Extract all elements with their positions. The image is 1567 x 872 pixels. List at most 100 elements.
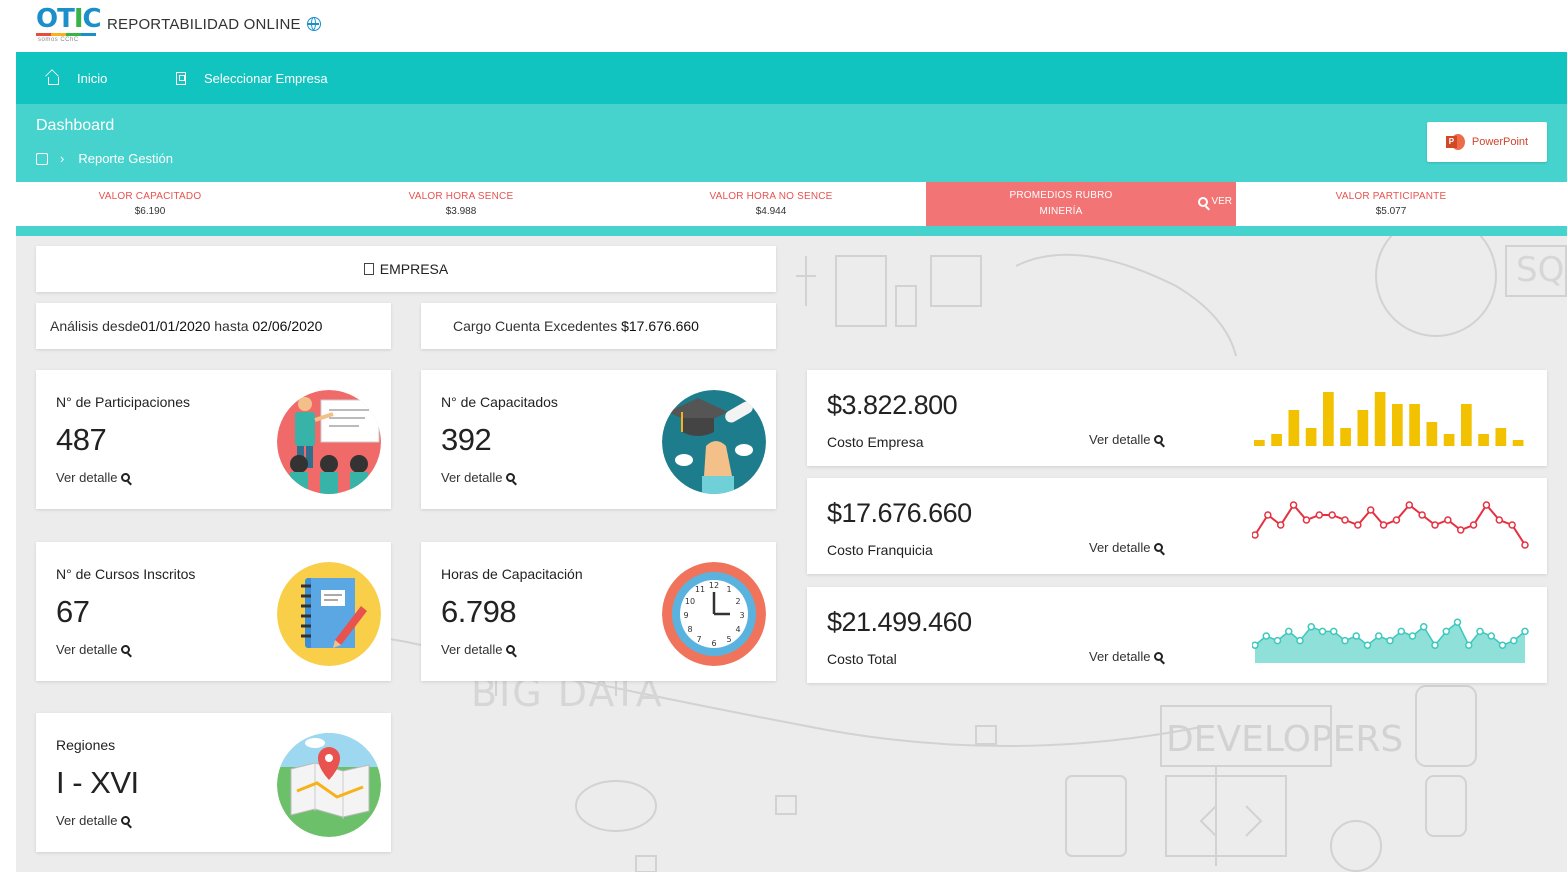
search-icon [121, 473, 131, 482]
ver-detalle-link[interactable]: Ver detalle [56, 642, 133, 657]
logo-subtitle: somos CChC [38, 37, 79, 43]
chevron-right-icon: › [60, 151, 65, 166]
point [1476, 627, 1484, 636]
point [1354, 521, 1362, 529]
point [1252, 531, 1259, 539]
page-header: Dashboard › Reporte Gestión P PowerPoint [16, 104, 1567, 182]
ver-detalle-link[interactable]: Ver detalle [441, 470, 518, 485]
point [1495, 516, 1504, 524]
point [1508, 521, 1516, 529]
point [1318, 627, 1327, 636]
link-label: Ver detalle [441, 642, 503, 657]
app-title-text: REPORTABILIDAD ONLINE [107, 16, 301, 33]
home-icon [48, 77, 59, 85]
nav-item-seleccionar-empresa[interactable]: Seleccionar Empresa [176, 52, 328, 104]
point [1444, 516, 1452, 524]
point [1307, 623, 1315, 631]
brand-bar: OTIC somos CChC REPORTABILIDAD ONLINE [0, 0, 1567, 52]
svg-text:2: 2 [735, 597, 740, 606]
point [1482, 501, 1491, 509]
point [1341, 636, 1349, 645]
bar [1323, 392, 1334, 446]
ver-detalle-link[interactable]: Ver detalle [1089, 540, 1166, 555]
breadcrumb: › Reporte Gestión [36, 151, 173, 166]
stat-value: 6.798 [441, 594, 517, 629]
svg-text:6: 6 [711, 639, 716, 648]
point [1456, 526, 1465, 534]
teacher-presentation-icon [277, 390, 381, 494]
ver-button[interactable]: VER [1198, 196, 1232, 207]
bar [1443, 434, 1455, 446]
bar [1340, 428, 1351, 446]
kpi-value: $5.077 [1375, 206, 1407, 217]
nav-item-label: Seleccionar Empresa [204, 70, 328, 86]
costo-franquicia-sparkline [1252, 501, 1529, 549]
nav-item-inicio[interactable]: Inicio [48, 52, 107, 104]
svg-text:12: 12 [709, 581, 719, 590]
date-to: 02/06/2020 [252, 318, 323, 334]
globe-icon [307, 17, 322, 31]
search-icon [506, 473, 516, 482]
empresa-label: EMPRESA [379, 261, 449, 277]
svg-text:1: 1 [726, 585, 731, 594]
kpi-label: VALOR HORA NO SENCE [709, 191, 833, 202]
point [1289, 501, 1298, 509]
bar [1271, 434, 1282, 446]
link-label: Ver detalle [1089, 432, 1151, 447]
breadcrumb-current[interactable]: Reporte Gestión [78, 151, 173, 166]
ver-label: VER [1211, 196, 1232, 207]
point [1397, 627, 1405, 636]
kpi-label: PROMEDIOS RUBRO MINERÍA [1009, 190, 1113, 217]
stat-title: Regiones [56, 737, 116, 753]
point [1469, 521, 1478, 529]
ver-detalle-link[interactable]: Ver detalle [56, 470, 133, 485]
empresa-card[interactable]: EMPRESA [36, 246, 776, 292]
stat-title: N° de Capacitados [441, 394, 558, 410]
bar [1392, 404, 1403, 446]
otic-logo[interactable]: OTIC somos CChC [36, 4, 102, 44]
graduation-icon [662, 390, 766, 494]
building-icon [363, 263, 374, 275]
costo-total-sparkline [1252, 618, 1529, 663]
analysis-mid: hasta [210, 318, 253, 334]
home-icon[interactable] [36, 152, 48, 165]
point [1273, 636, 1282, 645]
ver-detalle-link[interactable]: Ver detalle [441, 642, 518, 657]
point [1442, 627, 1450, 636]
link-label: Ver detalle [1089, 540, 1151, 555]
costo-franquicia-card: $17.676.660 Costo Franquicia Ver detalle [807, 478, 1547, 574]
link-label: Ver detalle [1089, 649, 1151, 664]
building-icon [176, 71, 186, 85]
costo-empresa-sparkline [1254, 392, 1524, 446]
clock-icon: 12 1 2 3 45 6 78 9 10 11 [662, 562, 766, 666]
search-icon [121, 816, 131, 825]
kpi-promedios-rubro[interactable]: PROMEDIOS RUBRO MINERÍA VER [926, 182, 1236, 226]
bar [1478, 434, 1489, 446]
logo-text: OTIC [36, 4, 102, 34]
link-label: Ver detalle [56, 642, 118, 657]
point [1521, 627, 1529, 636]
point [1420, 623, 1428, 631]
bar [1409, 404, 1420, 446]
point [1276, 521, 1285, 529]
point [1510, 636, 1518, 645]
point [1392, 516, 1401, 524]
point [1453, 618, 1462, 626]
point [1366, 506, 1375, 514]
nav-item-label: Inicio [77, 70, 108, 86]
bar [1357, 410, 1369, 446]
powerpoint-icon: P [1445, 134, 1465, 150]
powerpoint-label: PowerPoint [1471, 136, 1529, 148]
point [1431, 641, 1439, 649]
bar [1426, 422, 1438, 446]
cost-label: Costo Empresa [827, 434, 924, 450]
point [1264, 511, 1272, 519]
link-label: Ver detalle [56, 470, 118, 485]
kpi-label: VALOR PARTICIPANTE [1335, 191, 1447, 202]
ver-detalle-link[interactable]: Ver detalle [1089, 649, 1166, 664]
ver-detalle-link[interactable]: Ver detalle [56, 813, 133, 828]
powerpoint-button[interactable]: P PowerPoint [1427, 122, 1547, 162]
bar [1305, 428, 1317, 446]
link-label: Ver detalle [56, 813, 118, 828]
ver-detalle-link[interactable]: Ver detalle [1089, 432, 1166, 447]
